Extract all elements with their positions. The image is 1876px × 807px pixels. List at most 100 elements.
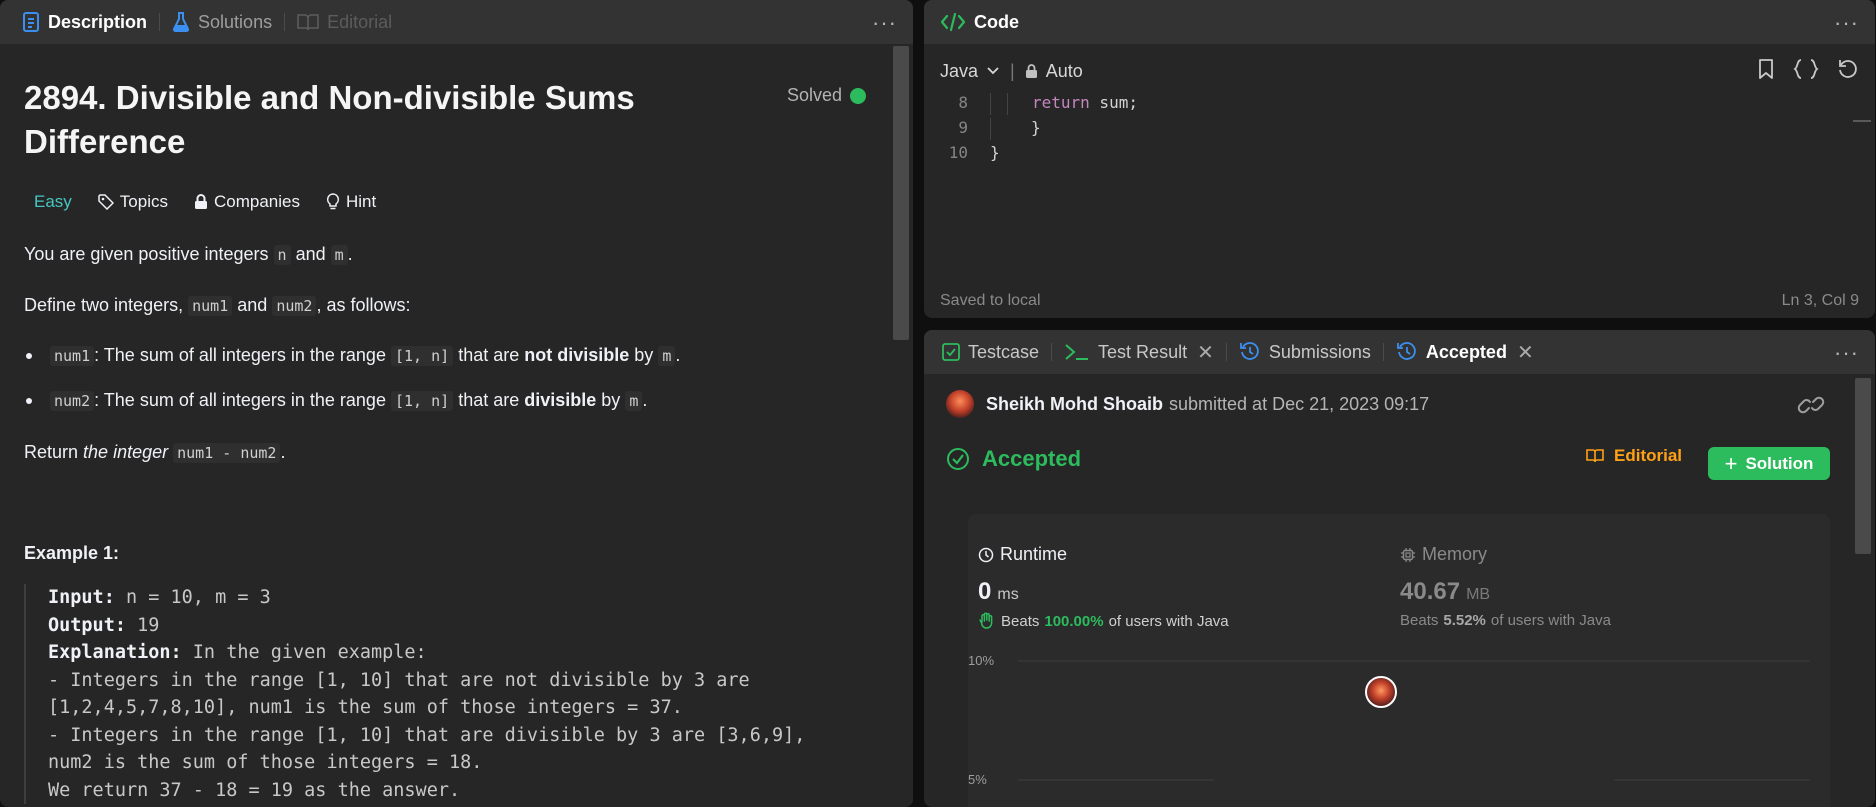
code-line: 10}: [940, 140, 1138, 165]
hint-label: Hint: [345, 192, 377, 211]
terminal-icon: [1064, 342, 1090, 362]
solved-status: Solved: [787, 85, 867, 106]
example-block: Input: n = 10, m = 3 Output: 19 Explanat…: [24, 584, 884, 804]
scrollbar-thumb[interactable]: [893, 46, 909, 340]
tab-divider: [159, 13, 161, 31]
solved-label: Solved: [787, 85, 843, 105]
format-braces-icon[interactable]: [1793, 58, 1819, 80]
code-text: }: [990, 143, 1000, 162]
scrollbar-thumb[interactable]: [1855, 378, 1871, 554]
runtime-distribution-chart: 10% 5%: [968, 653, 1810, 787]
close-icon[interactable]: ✕: [1197, 340, 1214, 365]
tab-testcase[interactable]: Testcase: [942, 330, 1039, 374]
lock-icon: [1025, 63, 1038, 79]
tab-description[interactable]: Description: [22, 0, 147, 44]
result-tabbar: Testcase Test Result ✕ Submissions Accep…: [924, 330, 1875, 374]
result-scrollbar[interactable]: [1851, 378, 1875, 807]
return-emphasis: the integer: [83, 442, 169, 462]
checkbox-icon: [942, 343, 960, 361]
example-input-value: n = 10, m = 3: [125, 587, 271, 608]
more-options-icon[interactable]: ···: [1834, 340, 1859, 366]
solution-label: Solution: [1745, 453, 1814, 473]
tab-solutions[interactable]: Solutions: [172, 0, 272, 44]
tab-test-result-label: Test Result: [1098, 341, 1188, 362]
code-m: m: [330, 245, 348, 265]
companies-chip[interactable]: Companies: [184, 188, 310, 216]
example-line: num2 is the sum of those integers = 18.: [48, 752, 483, 773]
lock-icon: [194, 194, 208, 210]
code-num1: num1: [188, 296, 233, 316]
tab-submissions[interactable]: Submissions: [1239, 330, 1371, 374]
code-toolbar: Java | Auto: [940, 56, 1859, 86]
submission-time: submitted at Dec 21, 2023 09:17: [1169, 393, 1430, 414]
code-status-bar: Saved to local Ln 3, Col 9: [940, 292, 1859, 310]
bullet-dot: [26, 397, 32, 404]
language-label: Java: [940, 60, 979, 81]
description-scrollbar[interactable]: [889, 44, 913, 807]
tab-divider: [1382, 343, 1384, 361]
code-text: sum;: [1089, 93, 1138, 112]
more-options-icon[interactable]: ···: [872, 10, 897, 36]
cursor-position: Ln 3, Col 9: [1781, 292, 1859, 309]
bullet-text: that are: [458, 345, 520, 365]
example-line: - Integers in the range [1, 10] that are…: [48, 669, 750, 691]
mode-indicator[interactable]: Auto: [1025, 61, 1083, 82]
define-text-end: , as follows:: [316, 295, 411, 315]
problem-title: 2894. Divisible and Non-divisible Sums D…: [24, 79, 635, 160]
tag-icon: [98, 194, 114, 210]
tab-divider: [284, 13, 286, 31]
code-tabbar: Code ···: [924, 0, 1875, 44]
language-select[interactable]: Java: [940, 61, 1000, 82]
tab-divider: [1225, 343, 1227, 361]
tab-accepted[interactable]: Accepted ✕: [1396, 330, 1534, 374]
submitter-row: Sheikh Mohd Shoaib submitted at Dec 21, …: [946, 390, 1429, 418]
code-range: [1, n]: [390, 345, 454, 366]
submitter-name[interactable]: Sheikh Mohd Shoaib: [986, 394, 1163, 415]
tab-code[interactable]: Code: [940, 0, 1019, 44]
solution-button[interactable]: + Solution: [1708, 447, 1830, 480]
example-line: We return 37 - 18 = 19 as the answer.: [48, 779, 461, 801]
chevron-down-icon: [986, 66, 1000, 76]
tab-test-result[interactable]: Test Result ✕: [1064, 330, 1214, 374]
example-input-key: Input:: [48, 587, 115, 608]
example-line: [1,2,4,5,7,8,10], num1 is the sum of tho…: [48, 697, 683, 718]
tab-solutions-label: Solutions: [198, 11, 273, 32]
return-end: .: [280, 442, 286, 462]
your-submission-marker[interactable]: [1365, 676, 1397, 708]
code-m: m: [625, 390, 643, 411]
hint-chip[interactable]: Hint: [316, 188, 386, 216]
code-icon: [940, 12, 966, 32]
reset-icon[interactable]: [1837, 58, 1859, 80]
intro-text: You are given positive integers: [24, 244, 269, 264]
list-item: num1: The sum of all integers in the ran…: [24, 345, 680, 366]
code-line: 8 return sum;: [940, 90, 1138, 115]
share-link-icon[interactable]: [1797, 394, 1825, 421]
mode-label: Auto: [1045, 60, 1083, 81]
description-icon: [22, 12, 40, 32]
description-tabbar: Description Solutions Editorial ···: [0, 0, 913, 44]
bullet-end: .: [675, 345, 681, 365]
code-title: Code: [974, 11, 1019, 32]
intro-end: .: [347, 244, 353, 264]
code-m: m: [658, 345, 676, 366]
code-text: }: [1031, 118, 1041, 137]
tab-divider: [1051, 343, 1053, 361]
lightbulb-icon: [326, 193, 340, 211]
close-icon[interactable]: ✕: [1517, 340, 1534, 365]
book-icon: [1586, 448, 1604, 464]
more-options-icon[interactable]: ···: [1834, 10, 1859, 36]
intro-and: and: [295, 244, 326, 264]
example-title: Example 1:: [24, 543, 120, 563]
editorial-button[interactable]: Editorial: [1586, 446, 1682, 466]
example-output-value: 19: [137, 614, 160, 636]
code-keyword: return: [1032, 93, 1090, 112]
topics-chip[interactable]: Topics: [88, 188, 178, 216]
bullet-dot: [26, 352, 32, 359]
tab-accepted-label: Accepted: [1425, 341, 1507, 362]
define-paragraph: Define two integers, num1 and num2, as f…: [24, 295, 410, 316]
tab-editorial[interactable]: Editorial: [297, 0, 392, 44]
avatar[interactable]: [946, 390, 974, 418]
code-editor[interactable]: 8 return sum; 9} 10}: [940, 90, 1138, 165]
bookmark-icon[interactable]: [1757, 58, 1775, 80]
check-circle-icon: [946, 447, 970, 471]
